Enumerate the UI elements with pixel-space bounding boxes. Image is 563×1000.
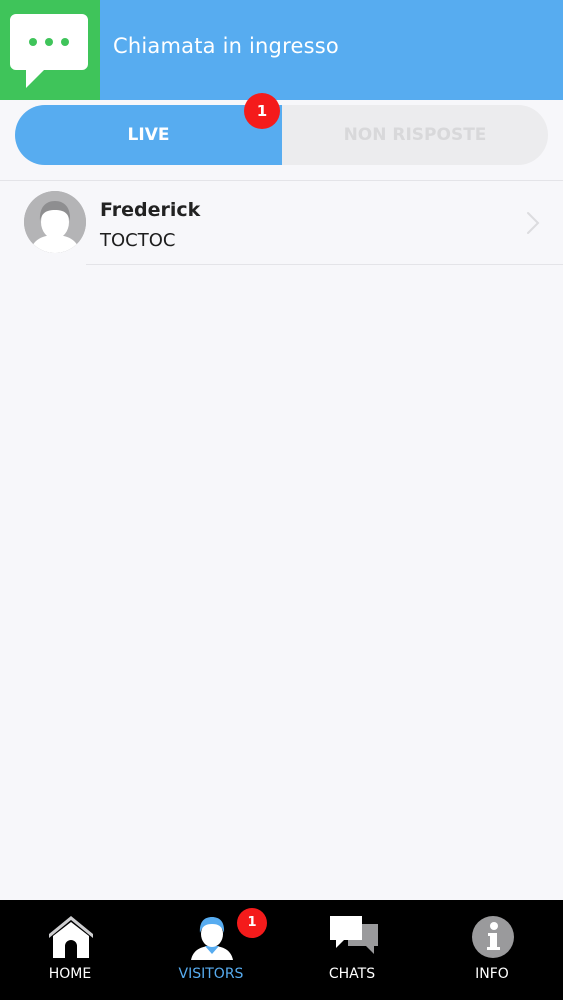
chat-bubble-icon [10, 14, 88, 88]
nav-info[interactable]: INFO [422, 900, 562, 1000]
info-icon [472, 916, 514, 958]
live-count-badge: 1 [244, 93, 280, 129]
tab-non-risposte[interactable]: NON RISPOSTE [282, 105, 548, 165]
default-avatar-icon [24, 191, 86, 253]
nav-visitors-label: VISITORS [178, 966, 244, 982]
nav-info-label: INFO [475, 966, 509, 982]
chats-icon [330, 916, 378, 954]
nav-home-label: HOME [48, 966, 92, 982]
divider [86, 264, 563, 265]
visitor-subtitle: TOCTOC [100, 230, 176, 251]
visitor-icon [191, 917, 233, 960]
visitor-name: Frederick [100, 199, 201, 221]
tab-live[interactable]: LIVE [15, 105, 282, 165]
visitor-tabs: LIVE NON RISPOSTE [15, 105, 548, 165]
visitors-count-badge: 1 [237, 908, 267, 938]
bottom-nav-bar: HOME VISITORS CHATS INFO [0, 900, 563, 1000]
nav-chats[interactable]: CHATS [282, 900, 422, 1000]
incoming-call-banner[interactable]: Chiamata in ingresso [0, 0, 563, 100]
visitor-list-item[interactable]: Frederick TOCTOC [0, 181, 563, 264]
app-screen: Chiamata in ingresso LIVE NON RISPOSTE 1… [0, 0, 563, 1000]
chat-icon-box [0, 0, 100, 100]
nav-chats-label: CHATS [328, 966, 376, 982]
banner-title: Chiamata in ingresso [113, 34, 339, 58]
home-icon [49, 916, 93, 958]
nav-home[interactable]: HOME [0, 900, 140, 1000]
chevron-right-icon [527, 212, 540, 234]
